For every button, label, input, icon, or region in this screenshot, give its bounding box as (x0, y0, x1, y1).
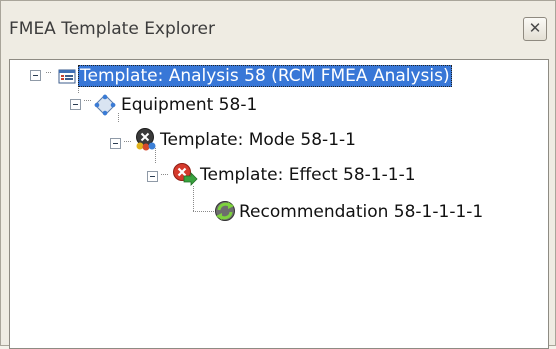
collapse-toggle[interactable] (70, 99, 81, 110)
panel-header: FMEA Template Explorer ✕ (1, 1, 555, 57)
equipment-icon (94, 94, 116, 116)
tree-node-mode[interactable]: Template: Mode 58-1-1 (10, 128, 540, 157)
tree-node-effect[interactable]: Template: Effect 58-1-1-1 (10, 163, 540, 190)
close-icon: ✕ (528, 19, 542, 37)
tree-node-equipment[interactable]: Equipment 58-1 (10, 94, 540, 118)
tree-node-recommendation[interactable]: Recommendation 58-1-1-1-1 (10, 201, 540, 225)
tree-node-analysis[interactable]: Template: Analysis 58 (RCM FMEA Analysis… (10, 65, 540, 89)
tree-node-label: Equipment 58-1 (121, 95, 258, 115)
collapse-toggle[interactable] (147, 171, 158, 182)
collapse-toggle[interactable] (110, 138, 121, 149)
tree-node-label: Recommendation 58-1-1-1-1 (239, 202, 484, 222)
fmea-template-explorer-panel: FMEA Template Explorer ✕ Template: Analy… (0, 0, 556, 349)
recommendation-icon (213, 199, 235, 221)
close-button[interactable]: ✕ (523, 17, 547, 41)
tree-node-label: Template: Effect 58-1-1-1 (200, 165, 416, 185)
failure-mode-icon (134, 127, 156, 151)
template-tree[interactable]: Template: Analysis 58 (RCM FMEA Analysis… (9, 59, 549, 349)
tree-node-label: Template: Mode 58-1-1 (160, 130, 356, 150)
failure-effect-icon (172, 162, 198, 186)
analysis-template-icon (56, 65, 78, 87)
collapse-toggle[interactable] (30, 70, 41, 81)
panel-title: FMEA Template Explorer (9, 19, 215, 39)
tree-node-label: Template: Analysis 58 (RCM FMEA Analysis… (78, 65, 452, 87)
